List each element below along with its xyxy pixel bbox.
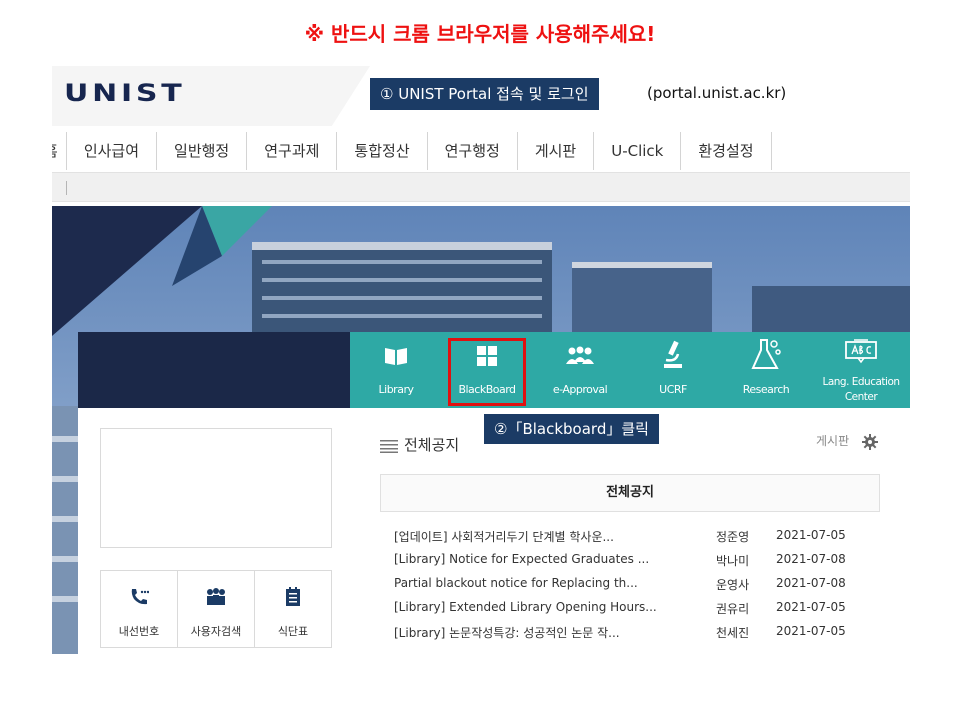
logo-area: UNIST	[52, 66, 370, 126]
chrome-warning-banner: ※ 반드시 크롬 브라우저를 사용해주세요!	[304, 22, 656, 46]
gear-icon[interactable]	[862, 434, 878, 450]
nav-item-research-projects[interactable]: 연구과제	[247, 132, 338, 170]
nav-item-board[interactable]: 게시판	[518, 132, 595, 170]
notice-table-header: 전체공지	[380, 474, 880, 512]
notice-row[interactable]: [Library] Notice for Expected Graduates …	[380, 548, 880, 572]
dark-side-bar	[78, 332, 350, 408]
extension-number-button[interactable]: 내선번호	[101, 571, 178, 647]
tutorial-slide: ※ 반드시 크롬 브라우저를 사용해주세요! UNIST ① UNIST Por…	[0, 0, 960, 720]
button-label: 식단표	[277, 625, 309, 638]
nav-item-uclick[interactable]: U-Click	[594, 132, 682, 170]
portal-header: UNIST ① UNIST Portal 접속 및 로그인 (portal.un…	[52, 66, 910, 126]
portal-url-text: (portal.unist.ac.kr)	[647, 84, 787, 102]
divider	[66, 181, 67, 195]
list-icon	[380, 440, 398, 453]
quicklink-ucrf[interactable]: UCRF	[626, 332, 720, 408]
step1-callout: ① UNIST Portal 접속 및 로그인	[370, 78, 599, 110]
sub-nav-bar	[52, 172, 910, 202]
notice-row-title[interactable]: [Library] 논문작성특강: 성공적인 논문 작...	[394, 624, 684, 641]
quicklink-library[interactable]: Library	[350, 332, 442, 408]
blackboard-highlight-box	[448, 338, 526, 406]
notice-row-title[interactable]: Partial blackout notice for Replacing th…	[394, 576, 684, 590]
left-panel: 내선번호 사용자검색 식단표	[78, 408, 350, 654]
notice-row[interactable]: [업데이트] 사회적거리두기 단계별 학사운... 정준영 2021-07-05	[380, 524, 880, 548]
user-search-button[interactable]: 사용자검색	[178, 571, 255, 647]
book-icon	[385, 348, 407, 365]
nav-item-hr-payroll[interactable]: 인사급여	[67, 132, 158, 170]
nav-item-settlement[interactable]: 통합정산	[337, 132, 428, 170]
notice-row-date: 2021-07-05	[776, 600, 846, 614]
meal-menu-button[interactable]: 식단표	[255, 571, 331, 647]
menu-icon	[286, 587, 300, 606]
nav-item-preferences[interactable]: 환경설정	[681, 132, 772, 170]
notice-row[interactable]: [Library] 논문작성특강: 성공적인 논문 작... 천세진 2021-…	[380, 620, 880, 644]
notice-row-date: 2021-07-08	[776, 552, 846, 566]
abc-board-icon	[845, 339, 877, 364]
notice-row-title[interactable]: [Library] Notice for Expected Graduates …	[394, 552, 684, 566]
quicklink-label: Lang. Education Center	[822, 376, 900, 403]
quicklink-label: e-Approval	[552, 383, 608, 396]
nav-item-admin[interactable]: 일반행정	[157, 132, 248, 170]
step2-callout: ②「Blackboard」클릭	[484, 414, 659, 444]
notice-panel: 전체공지 게시판 전체공지 [업데이트] 사회적거리두기 단계별 학사운... …	[350, 408, 910, 654]
flask-icon	[751, 339, 781, 369]
notice-title-text: 전체공지	[404, 436, 460, 454]
phone-icon	[131, 589, 149, 605]
notice-row-author: 권유리	[716, 602, 750, 616]
login-info-box	[100, 428, 332, 548]
nav-item-home[interactable]: 홈	[52, 132, 67, 170]
notice-row-date: 2021-07-05	[776, 528, 846, 542]
notice-row[interactable]: Partial blackout notice for Replacing th…	[380, 572, 880, 596]
microscope-icon	[664, 340, 682, 368]
board-link[interactable]: 게시판	[816, 432, 849, 449]
notice-row-author: 운영사	[716, 578, 750, 592]
quicklink-research[interactable]: Research	[720, 332, 812, 408]
notice-row-date: 2021-07-08	[776, 576, 846, 590]
quicklink-label: Library	[378, 383, 414, 396]
users-icon	[207, 588, 225, 605]
quicklink-label: UCRF	[659, 383, 687, 396]
hero-area: Library BlackBoard e-Approval UCRF Resea…	[52, 206, 910, 654]
portal-screenshot: UNIST ① UNIST Portal 접속 및 로그인 (portal.un…	[52, 66, 910, 654]
notice-row-title[interactable]: [업데이트] 사회적거리두기 단계별 학사운...	[394, 528, 684, 545]
notice-row-author: 정준영	[716, 530, 750, 544]
notice-list: [업데이트] 사회적거리두기 단계별 학사운... 정준영 2021-07-05…	[380, 524, 880, 644]
quicklink-label: Research	[742, 383, 790, 396]
unist-logo[interactable]: UNIST	[64, 79, 185, 107]
notice-title: 전체공지	[380, 434, 459, 455]
quicklink-bar: Library BlackBoard e-Approval UCRF Resea…	[350, 332, 910, 408]
people-icon	[566, 346, 594, 364]
nav-item-research-admin[interactable]: 연구행정	[428, 132, 518, 170]
quicklink-lang-education-center[interactable]: Lang. Education Center	[812, 332, 910, 408]
notice-row-title[interactable]: [Library] Extended Library Opening Hours…	[394, 600, 684, 614]
notice-row-author: 천세진	[716, 626, 750, 640]
notice-row-author: 박나미	[716, 554, 750, 568]
quicklink-e-approval[interactable]: e-Approval	[534, 332, 626, 408]
button-label: 사용자검색	[190, 625, 242, 638]
notice-row-date: 2021-07-05	[776, 624, 846, 638]
notice-row[interactable]: [Library] Extended Library Opening Hours…	[380, 596, 880, 620]
button-label: 내선번호	[118, 625, 160, 638]
main-nav: 홈 인사급여 일반행정 연구과제 통합정산 연구행정 게시판 U-Click 환…	[52, 132, 910, 170]
shortcut-buttons: 내선번호 사용자검색 식단표	[100, 570, 332, 648]
